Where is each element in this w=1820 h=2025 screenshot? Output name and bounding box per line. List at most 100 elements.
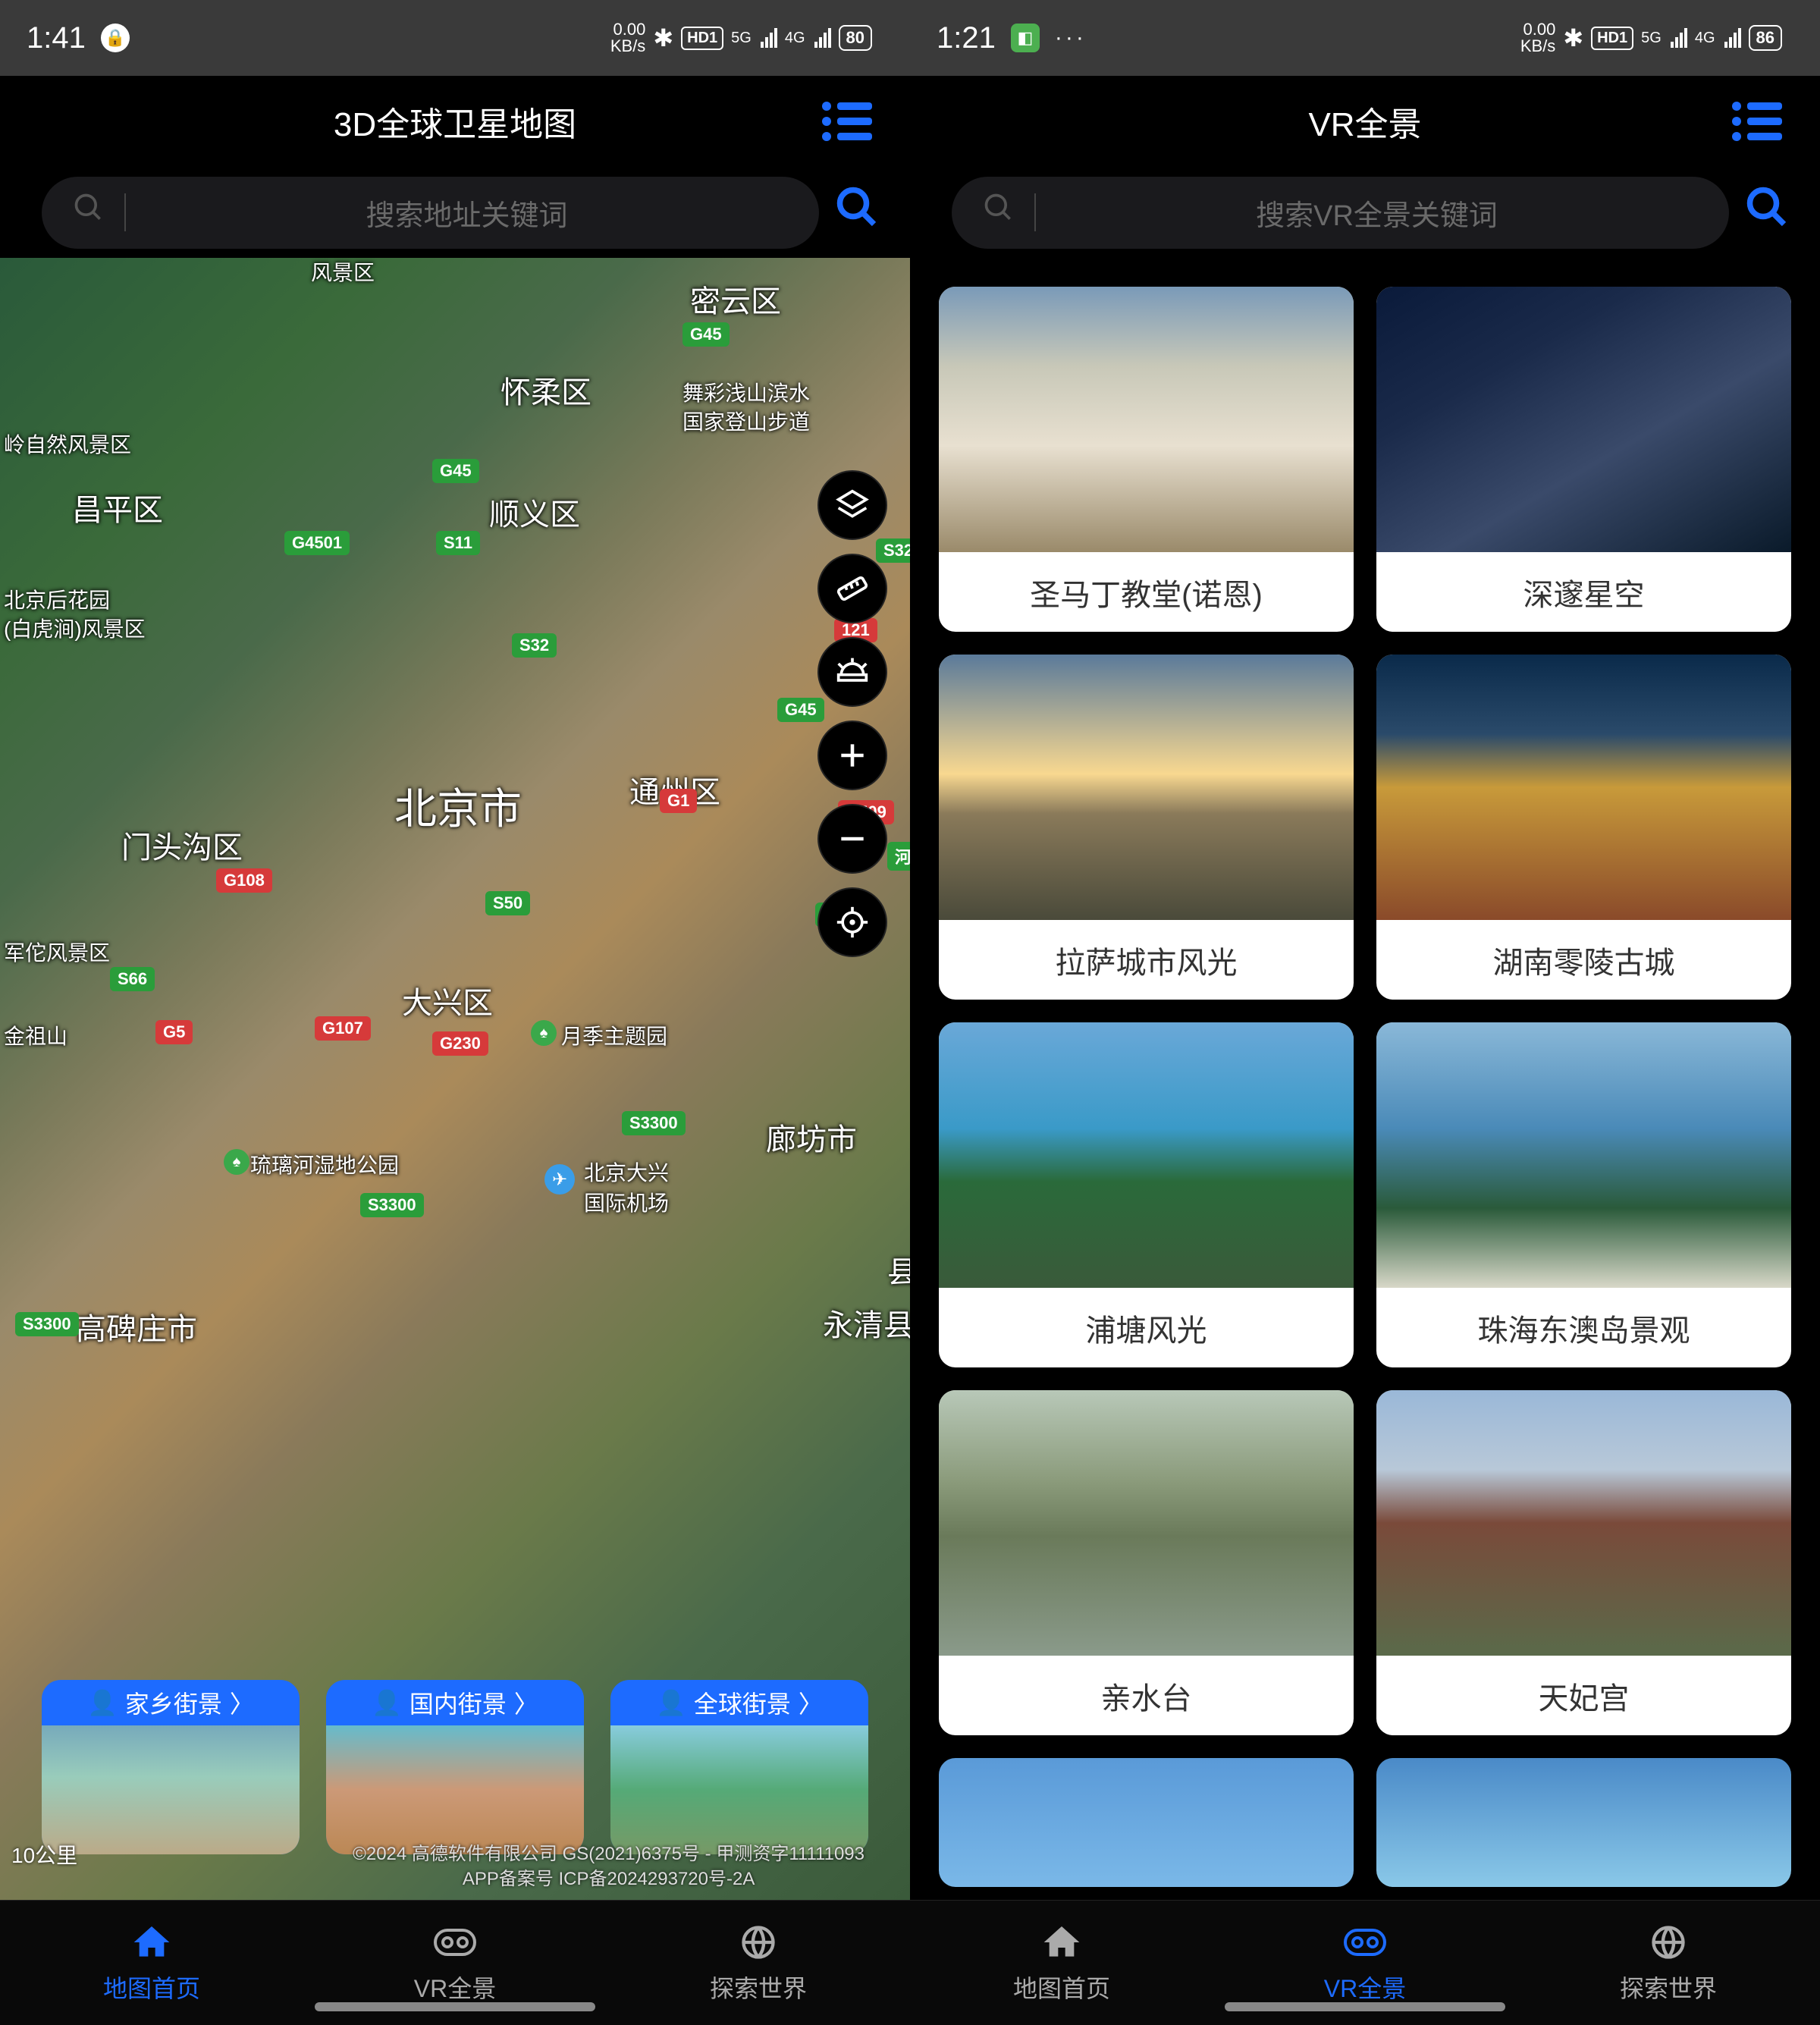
vr-thumbnail <box>1376 655 1791 920</box>
zoom-in-button[interactable] <box>817 721 887 790</box>
search-button[interactable] <box>834 184 880 241</box>
home-indicator[interactable] <box>315 2002 595 2011</box>
map-credits: ©2024 高德软件有限公司 GS(2021)6375号 - 甲测资字11111… <box>353 1841 864 1892</box>
layers-button[interactable] <box>817 470 887 540</box>
page-title: VR全景 <box>1308 97 1421 146</box>
road-badge: G45 <box>682 322 730 347</box>
map-place-label: 顺义区 <box>489 490 580 534</box>
vr-card[interactable]: 亲水台 <box>939 1390 1354 1735</box>
nav-map-home[interactable]: 地图首页 <box>0 1901 303 2025</box>
road-badge: G107 <box>315 1016 371 1041</box>
vr-card[interactable]: 深邃星空 <box>1376 287 1791 632</box>
map-place-label: 岭自然风景区 <box>4 429 131 459</box>
phone-right: 1:21 ◧ ··· 0.00KB/s ✱ HD1 5G 4G 86 VR全景 <box>910 0 1820 2025</box>
map-canvas[interactable]: 风景区密云区怀柔区舞彩浅山滨水国家登山步道岭自然风景区昌平区顺义区北京后花园(白… <box>0 258 910 1900</box>
status-kbs: 0.00KB/s <box>610 21 645 55</box>
vr-thumbnail <box>1376 287 1791 552</box>
street-card-home[interactable]: 👤家乡街景〉 <box>42 1680 300 1854</box>
search-placeholder: 搜索VR全景关键词 <box>1055 192 1699 234</box>
vr-thumbnail <box>939 1390 1354 1656</box>
street-cards: 👤家乡街景〉 👤国内街景〉 👤全球街景〉 <box>0 1680 910 1854</box>
menu-list-icon[interactable] <box>1732 102 1782 141</box>
vr-card[interactable]: 珠海东澳岛景观 <box>1376 1022 1791 1367</box>
home-icon <box>129 1921 174 1964</box>
nav-explore[interactable]: 探索世界 <box>607 1901 910 2025</box>
road-badge: S11 <box>436 531 480 555</box>
vr-card[interactable] <box>1376 1758 1791 1887</box>
vr-card[interactable] <box>939 1758 1354 1887</box>
vr-card-label: 天妃宫 <box>1376 1656 1791 1735</box>
map-place-label: 月季主题园 <box>561 1020 667 1050</box>
vr-grid[interactable]: 圣马丁教堂(诺恩) 深邃星空拉萨城市风光湖南零陵古城浦塘风光珠海东澳岛景观亲水台天… <box>910 258 1820 1900</box>
home-indicator[interactable] <box>1225 2002 1505 2011</box>
road-badge: G5 <box>155 1020 193 1044</box>
alert-button[interactable] <box>817 637 887 707</box>
nav-explore[interactable]: 探索世界 <box>1517 1901 1820 2025</box>
person-pin-icon: 👤 <box>372 1688 402 1717</box>
vr-card-label: 浦塘风光 <box>939 1288 1354 1367</box>
road-badge: S3300 <box>622 1111 686 1135</box>
street-card-global[interactable]: 👤全球街景〉 <box>610 1680 868 1854</box>
park-icon: ♠ <box>531 1020 557 1046</box>
menu-list-icon[interactable] <box>822 102 872 141</box>
signal-icon <box>1671 28 1687 48</box>
map-place-label: 风景区 <box>311 258 375 287</box>
street-card-domestic[interactable]: 👤国内街景〉 <box>326 1680 584 1854</box>
map-place-label: 永清县 <box>823 1301 910 1345</box>
locate-button[interactable] <box>817 887 887 957</box>
vr-card-label: 圣马丁教堂(诺恩) <box>939 552 1354 632</box>
vr-card[interactable]: 浦塘风光 <box>939 1022 1354 1367</box>
search-input[interactable]: 搜索VR全景关键词 <box>952 177 1729 249</box>
chevron-right-icon: 〉 <box>230 1685 254 1720</box>
search-button[interactable] <box>1744 184 1790 241</box>
globe-icon <box>736 1921 781 1964</box>
vr-card-label: 珠海东澳岛景观 <box>1376 1288 1791 1367</box>
vr-thumbnail <box>1376 1758 1791 1887</box>
map-place-label: 密云区 <box>690 277 781 321</box>
search-row-right: 搜索VR全景关键词 <box>910 167 1820 258</box>
map-place-label: 门头沟区 <box>121 823 243 867</box>
map-place-label: 琉璃河湿地公园 <box>250 1149 399 1179</box>
road-badge: G230 <box>432 1031 488 1056</box>
zoom-out-button[interactable] <box>817 804 887 874</box>
hd-icon: HD1 <box>1591 27 1633 50</box>
road-badge: S32 <box>512 633 557 658</box>
park-icon: ♠ <box>224 1149 249 1175</box>
road-badge: S3300 <box>360 1193 424 1217</box>
map-place-label: 北京后花园 <box>4 584 110 614</box>
vr-card[interactable]: 天妃宫 <box>1376 1390 1791 1735</box>
vr-icon <box>1342 1921 1388 1964</box>
signal-icon-2 <box>1724 28 1741 48</box>
ruler-button[interactable] <box>817 554 887 623</box>
status-kbs: 0.00KB/s <box>1520 21 1555 55</box>
bluetooth-icon: ✱ <box>1563 24 1583 52</box>
vr-card[interactable]: 拉萨城市风光 <box>939 655 1354 1000</box>
battery-icon: 80 <box>839 25 872 51</box>
globe-icon <box>1646 1921 1691 1964</box>
nav-map-home[interactable]: 地图首页 <box>910 1901 1213 2025</box>
search-placeholder: 搜索地址关键词 <box>145 192 789 234</box>
vr-thumbnail <box>939 1758 1354 1887</box>
phone-left: 1:41 🔒 0.00KB/s ✱ HD1 5G 4G 80 3D全球卫星地图 <box>0 0 910 2025</box>
search-input[interactable]: 搜索地址关键词 <box>42 177 819 249</box>
status-bar-left: 1:41 🔒 0.00KB/s ✱ HD1 5G 4G 80 <box>0 0 910 76</box>
map-scale: 10公里 <box>11 1839 77 1870</box>
magnify-icon <box>72 191 105 234</box>
vr-card[interactable]: 湖南零陵古城 <box>1376 655 1791 1000</box>
road-badge: S50 <box>485 891 530 915</box>
city-label: 北京市 <box>394 775 522 837</box>
map-place-label: 廊坊市 <box>766 1115 857 1159</box>
vr-icon <box>432 1921 478 1964</box>
map-place-label: 军佗风景区 <box>4 937 110 967</box>
status-bar-right: 1:21 ◧ ··· 0.00KB/s ✱ HD1 5G 4G 86 <box>910 0 1820 76</box>
map-place-label: (白虎涧)风景区 <box>4 613 146 643</box>
app-header-right: VR全景 <box>910 76 1820 167</box>
map-place-label: 国际机场 <box>584 1187 669 1217</box>
map-tools <box>817 470 887 957</box>
vr-card[interactable]: 圣马丁教堂(诺恩) <box>939 287 1354 632</box>
map-place-label: 高碑庄市 <box>76 1304 197 1348</box>
chevron-right-icon: 〉 <box>514 1685 538 1720</box>
vr-card-label: 湖南零陵古城 <box>1376 920 1791 1000</box>
app-header-left: 3D全球卫星地图 <box>0 76 910 167</box>
bluetooth-icon: ✱ <box>653 24 673 52</box>
